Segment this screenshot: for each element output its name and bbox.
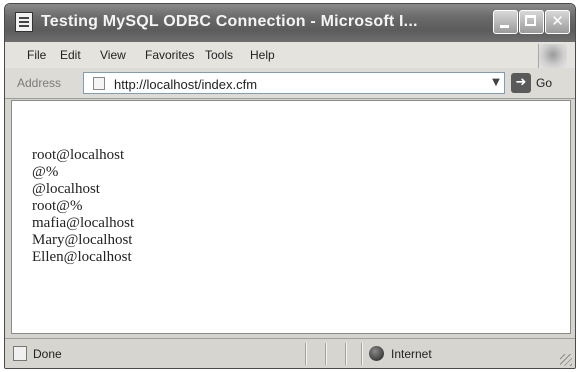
list-item: Mary@localhost — [32, 232, 133, 248]
go-button[interactable]: ➜ Go — [511, 73, 569, 93]
menu-file[interactable]: File — [27, 48, 46, 62]
status-divider — [361, 343, 362, 365]
document-icon — [15, 12, 33, 32]
menu-bar: File Edit View Favorites Tools Help — [5, 42, 575, 69]
windows-logo-icon — [538, 44, 567, 68]
title-bar[interactable]: Testing MySQL ODBC Connection - Microsof… — [5, 4, 575, 42]
maximize-button[interactable] — [519, 10, 544, 34]
list-item: Ellen@localhost — [32, 249, 132, 265]
list-item: root@% — [32, 198, 83, 214]
status-bar: Done Internet — [5, 338, 575, 368]
status-divider — [325, 343, 326, 365]
menu-help[interactable]: Help — [250, 48, 275, 62]
browser-window: Testing MySQL ODBC Connection - Microsof… — [4, 3, 576, 369]
menu-tools[interactable]: Tools — [205, 48, 233, 62]
menu-favorites[interactable]: Favorites — [145, 48, 194, 62]
minimize-button[interactable] — [493, 10, 518, 34]
list-item: @localhost — [32, 181, 100, 197]
resize-grip-icon[interactable] — [560, 354, 572, 366]
user-list: root@localhost @% @localhost root@% mafi… — [32, 147, 134, 266]
status-text: Done — [33, 347, 62, 361]
page-content: root@localhost @% @localhost root@% mafi… — [11, 100, 571, 334]
zone-text: Internet — [391, 347, 432, 361]
internet-globe-icon — [369, 346, 384, 361]
address-bar: Address ▼ ➜ Go — [5, 68, 575, 99]
page-status-icon — [13, 346, 27, 361]
address-label: Address — [17, 76, 62, 90]
go-label: Go — [536, 76, 553, 90]
list-item: mafia@localhost — [32, 215, 135, 231]
go-arrow-icon: ➜ — [511, 73, 531, 93]
window-title: Testing MySQL ODBC Connection - Microsof… — [41, 13, 418, 30]
page-icon — [93, 77, 105, 90]
list-item: root@localhost — [32, 147, 125, 163]
menu-view[interactable]: View — [100, 48, 126, 62]
close-button[interactable]: ✕ — [545, 10, 570, 34]
menu-edit[interactable]: Edit — [60, 48, 81, 62]
address-input[interactable] — [83, 72, 505, 94]
status-divider — [345, 343, 346, 365]
status-divider — [305, 343, 306, 365]
list-item: @% — [32, 164, 59, 180]
chevron-down-icon[interactable]: ▼ — [487, 72, 505, 94]
